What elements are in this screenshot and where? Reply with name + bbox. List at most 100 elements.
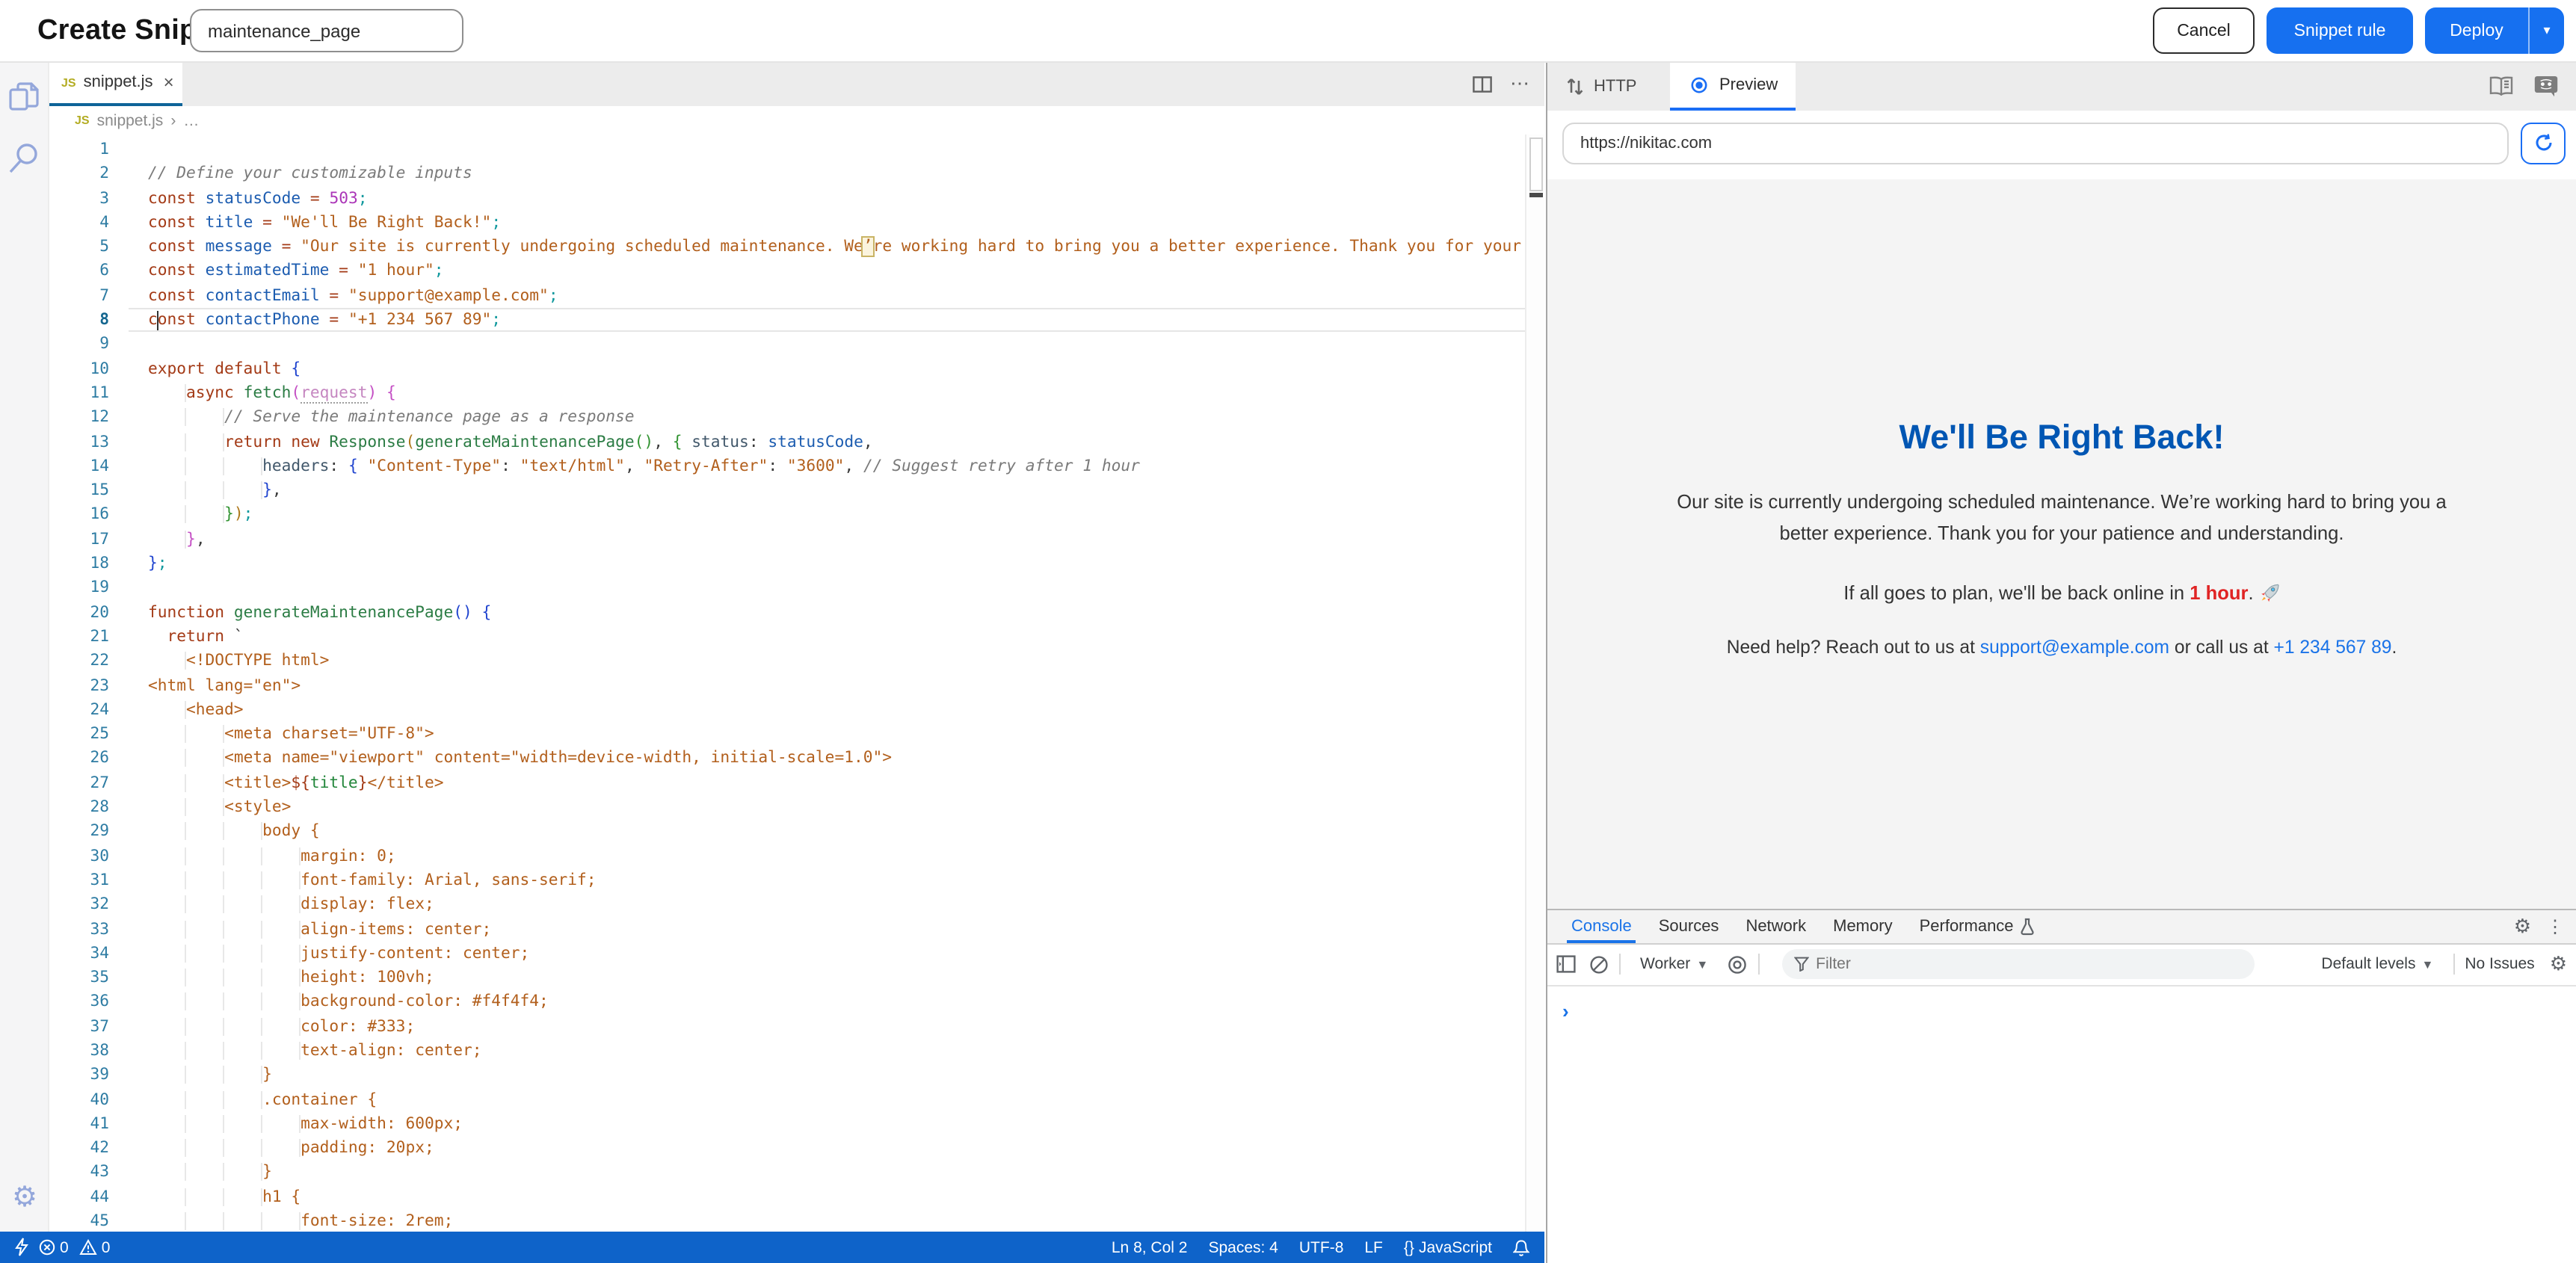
line-number[interactable]: 12 [49, 406, 109, 430]
line-number[interactable]: 44 [49, 1185, 109, 1210]
console-prompt-chevron[interactable]: › [1562, 1000, 1569, 1022]
code-line-25[interactable]: 25 <meta charset="UTF-8"> [49, 722, 1525, 747]
breadcrumb-more[interactable]: … [183, 111, 199, 129]
line-number[interactable]: 36 [49, 990, 109, 1015]
line-number[interactable]: 20 [49, 600, 109, 625]
deploy-dropdown-caret[interactable]: ▾ [2528, 7, 2564, 54]
line-number[interactable]: 40 [49, 1087, 109, 1112]
line-number[interactable]: 23 [49, 673, 109, 698]
code-line-3[interactable]: 3const statusCode = 503; [49, 186, 1525, 211]
code-line-45[interactable]: 45 font-size: 2rem; [49, 1209, 1525, 1232]
line-number[interactable]: 42 [49, 1136, 109, 1161]
line-number[interactable]: 41 [49, 1112, 109, 1137]
code-line-6[interactable]: 6const estimatedTime = "1 hour"; [49, 259, 1525, 284]
line-number[interactable]: 26 [49, 747, 109, 771]
breadcrumb-file[interactable]: snippet.js [97, 111, 164, 129]
devtools-kebab-icon[interactable]: ⋮ [2546, 917, 2564, 938]
code-line-10[interactable]: 10export default { [49, 356, 1525, 381]
code-line-34[interactable]: 34 justify-content: center; [49, 942, 1525, 966]
code-line-17[interactable]: 17 }, [49, 528, 1525, 552]
line-number[interactable]: 18 [49, 552, 109, 576]
tab-snippet-js[interactable]: JS snippet.js × [49, 63, 182, 105]
line-number[interactable]: 24 [49, 698, 109, 723]
code-line-43[interactable]: 43 } [49, 1161, 1525, 1185]
line-number[interactable]: 10 [49, 356, 109, 381]
line-number[interactable]: 22 [49, 649, 109, 673]
line-number[interactable]: 6 [49, 259, 109, 284]
line-number[interactable]: 15 [49, 478, 109, 503]
cancel-button[interactable]: Cancel [2153, 7, 2255, 54]
line-number[interactable]: 2 [49, 162, 109, 187]
line-number[interactable]: 39 [49, 1063, 109, 1088]
deploy-split-button[interactable]: Deploy ▾ [2425, 7, 2564, 54]
line-number[interactable]: 9 [49, 333, 109, 357]
code-line-14[interactable]: 14 headers: { "Content-Type": "text/html… [49, 454, 1525, 479]
eol-sequence[interactable]: LF [1364, 1238, 1383, 1256]
code-line-40[interactable]: 40 .container { [49, 1087, 1525, 1112]
line-number[interactable]: 17 [49, 528, 109, 552]
line-number[interactable]: 29 [49, 820, 109, 844]
line-number[interactable]: 16 [49, 503, 109, 528]
console-sidebar-toggle-icon[interactable] [1556, 956, 1576, 974]
remote-icon[interactable] [15, 1238, 28, 1257]
line-number[interactable]: 11 [49, 381, 109, 406]
code-line-28[interactable]: 28 <style> [49, 795, 1525, 820]
filter-input[interactable] [1816, 956, 2190, 974]
code-line-32[interactable]: 32 display: flex; [49, 892, 1525, 917]
line-number[interactable]: 25 [49, 722, 109, 747]
code-line-35[interactable]: 35 height: 100vh; [49, 966, 1525, 990]
breadcrumb[interactable]: JS snippet.js › … [49, 105, 1544, 135]
indentation[interactable]: Spaces: 4 [1208, 1238, 1278, 1256]
errors-indicator[interactable]: 0 [39, 1238, 69, 1256]
line-number[interactable]: 32 [49, 892, 109, 917]
line-number[interactable]: 7 [49, 284, 109, 309]
devtools-tab-network[interactable]: Network [1732, 910, 1819, 942]
devtools-tab-console[interactable]: Console [1558, 910, 1645, 942]
code-line-30[interactable]: 30 margin: 0; [49, 844, 1525, 868]
code-editor[interactable]: 12// Define your customizable inputs3con… [49, 135, 1525, 1232]
line-number[interactable]: 33 [49, 917, 109, 942]
line-number[interactable]: 3 [49, 186, 109, 211]
code-line-15[interactable]: 15 }, [49, 478, 1525, 503]
snippet-rule-button[interactable]: Snippet rule [2267, 7, 2413, 54]
code-line-19[interactable]: 19 [49, 576, 1525, 601]
discord-icon[interactable] [2534, 75, 2558, 98]
line-number[interactable]: 37 [49, 1014, 109, 1039]
line-number[interactable]: 43 [49, 1161, 109, 1185]
editor-scrollbar[interactable] [1525, 135, 1544, 1232]
code-line-4[interactable]: 4const title = "We'll Be Right Back!"; [49, 211, 1525, 235]
line-number[interactable]: 13 [49, 430, 109, 454]
line-number[interactable]: 14 [49, 454, 109, 479]
devtools-tab-memory[interactable]: Memory [1819, 910, 1905, 942]
encoding[interactable]: UTF-8 [1299, 1238, 1344, 1256]
line-number[interactable]: 5 [49, 235, 109, 259]
code-line-24[interactable]: 24 <head> [49, 698, 1525, 723]
code-line-12[interactable]: 12 // Serve the maintenance page as a re… [49, 406, 1525, 430]
cursor-position[interactable]: Ln 8, Col 2 [1112, 1238, 1188, 1256]
line-number[interactable]: 34 [49, 942, 109, 966]
code-line-42[interactable]: 42 padding: 20px; [49, 1136, 1525, 1161]
bell-icon[interactable] [1513, 1238, 1529, 1256]
code-line-13[interactable]: 13 return new Response(generateMaintenan… [49, 430, 1525, 454]
devtools-tab-sources[interactable]: Sources [1645, 910, 1733, 942]
code-line-38[interactable]: 38 text-align: center; [49, 1039, 1525, 1063]
console-output[interactable]: › [1547, 986, 2576, 1263]
code-line-27[interactable]: 27 <title>${title}</title> [49, 771, 1525, 795]
code-line-29[interactable]: 29 body { [49, 820, 1525, 844]
devtools-tab-performance[interactable]: Performance [1906, 910, 2048, 942]
deploy-button[interactable]: Deploy [2425, 22, 2528, 40]
console-context-selector[interactable]: Worker ▼ [1640, 956, 1708, 974]
settings-gear-icon[interactable]: ⚙ [0, 1181, 49, 1215]
line-number[interactable]: 8 [49, 308, 109, 333]
console-settings-gear-icon[interactable]: ⚙ [2550, 953, 2567, 977]
line-number[interactable]: 1 [49, 138, 109, 162]
code-line-41[interactable]: 41 max-width: 600px; [49, 1112, 1525, 1137]
tab-http[interactable]: HTTP [1547, 63, 1654, 110]
code-line-2[interactable]: 2// Define your customizable inputs [49, 162, 1525, 187]
line-number[interactable]: 30 [49, 844, 109, 868]
code-line-31[interactable]: 31 font-family: Arial, sans-serif; [49, 868, 1525, 893]
code-line-5[interactable]: 5const message = "Our site is currently … [49, 235, 1525, 259]
snippet-name-input[interactable] [190, 9, 463, 52]
code-line-1[interactable]: 1 [49, 138, 1525, 162]
line-number[interactable]: 4 [49, 211, 109, 235]
